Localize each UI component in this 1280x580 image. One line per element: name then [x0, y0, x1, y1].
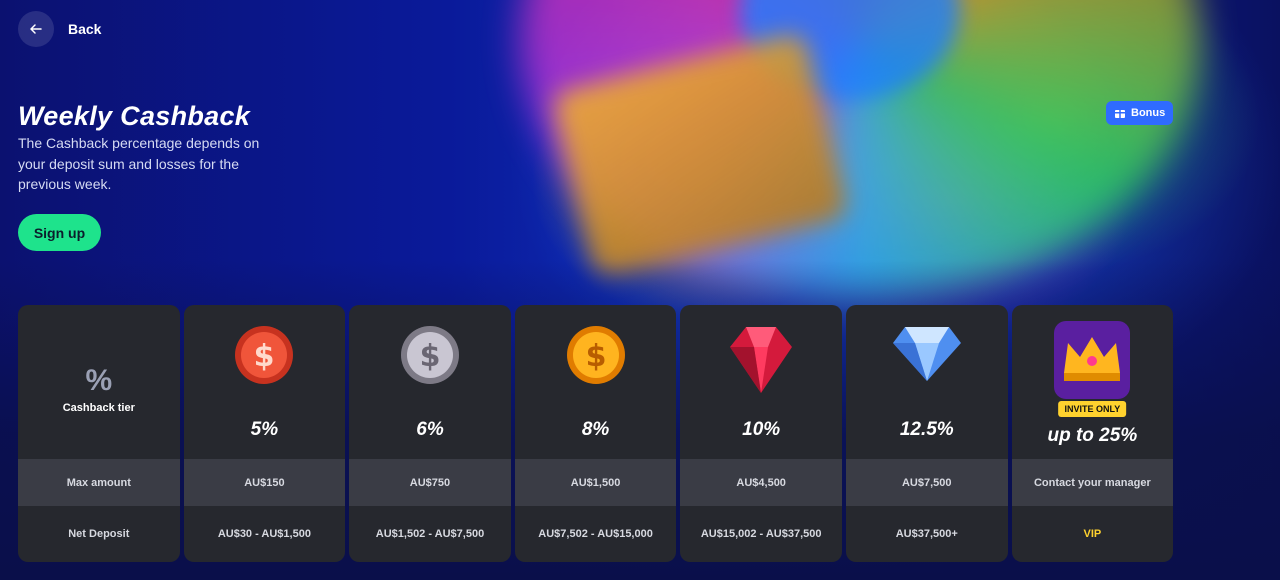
tier-card: $ 8% AU$1,500 AU$7,502 - AU$15,000 — [514, 305, 677, 562]
gift-icon — [1115, 110, 1125, 118]
tier-percent: up to 25% — [1047, 425, 1138, 446]
diamond-icon — [891, 323, 963, 388]
red-coin-icon: $ — [232, 323, 296, 392]
svg-text:$: $ — [254, 339, 275, 374]
cashback-tiers-table: % Cashback tier Max amount Net Deposit $… — [18, 305, 1174, 562]
bonus-badge-label: Bonus — [1131, 107, 1166, 119]
tier-net-deposit: AU$37,500+ — [895, 527, 958, 540]
tier-net-deposit: AU$1,502 - AU$7,500 — [375, 527, 485, 540]
tier-max-amount: AU$150 — [183, 459, 346, 506]
ruby-gem-icon — [728, 323, 794, 400]
tier-percent: 5% — [250, 419, 279, 440]
net-deposit-label: Net Deposit — [68, 527, 130, 540]
back-label: Back — [68, 21, 102, 37]
tier-net-deposit: VIP — [1083, 527, 1102, 540]
arrow-left-icon — [18, 11, 54, 47]
tier-card: $ 5% AU$150 AU$30 - AU$1,500 — [183, 305, 346, 562]
tier-card: $ 6% AU$750 AU$1,502 - AU$7,500 — [349, 305, 511, 562]
invite-only-badge: INVITE ONLY — [1058, 401, 1127, 417]
cashback-tier-label: Cashback tier — [62, 402, 135, 414]
svg-text:$: $ — [585, 339, 606, 374]
tier-max-amount: Contact your manager — [1011, 459, 1174, 506]
tier-max-amount: AU$7,500 — [845, 459, 1008, 506]
crown-icon — [1054, 321, 1131, 404]
silver-coin-icon: $ — [398, 323, 462, 392]
tier-net-deposit: AU$15,002 - AU$37,500 — [700, 527, 822, 540]
gold-coin-icon: $ — [564, 323, 628, 392]
tier-percent: 6% — [416, 419, 444, 440]
page-title: Weekly Cashback — [18, 101, 251, 131]
tier-card: 12.5% AU$7,500 AU$37,500+ — [845, 305, 1008, 562]
promo-description: The Cashback percentage depends on your … — [18, 135, 260, 192]
bonus-badge: Bonus — [1106, 101, 1174, 125]
tier-max-amount: AU$4,500 — [680, 459, 842, 506]
signup-button[interactable]: Sign up — [18, 214, 101, 251]
tier-percent: 12.5% — [899, 419, 954, 440]
back-button[interactable]: Back — [18, 11, 101, 47]
tier-net-deposit: AU$7,502 - AU$15,000 — [538, 527, 653, 540]
tier-max-amount: AU$1,500 — [514, 459, 677, 506]
tier-card: 10% AU$4,500 AU$15,002 - AU$37,500 — [680, 305, 842, 562]
percent-icon: % — [85, 364, 113, 397]
tier-max-amount: AU$750 — [349, 459, 511, 506]
tier-header-column: % Cashback tier Max amount Net Deposit — [18, 305, 180, 562]
max-amount-label: Max amount — [18, 459, 180, 506]
tier-percent: 8% — [581, 419, 610, 440]
tier-net-deposit: AU$30 - AU$1,500 — [217, 527, 311, 540]
tier-percent: 10% — [742, 419, 781, 440]
svg-text:$: $ — [420, 339, 441, 374]
tier-card-vip: INVITE ONLY up to 25% Contact your manag… — [1011, 305, 1174, 562]
